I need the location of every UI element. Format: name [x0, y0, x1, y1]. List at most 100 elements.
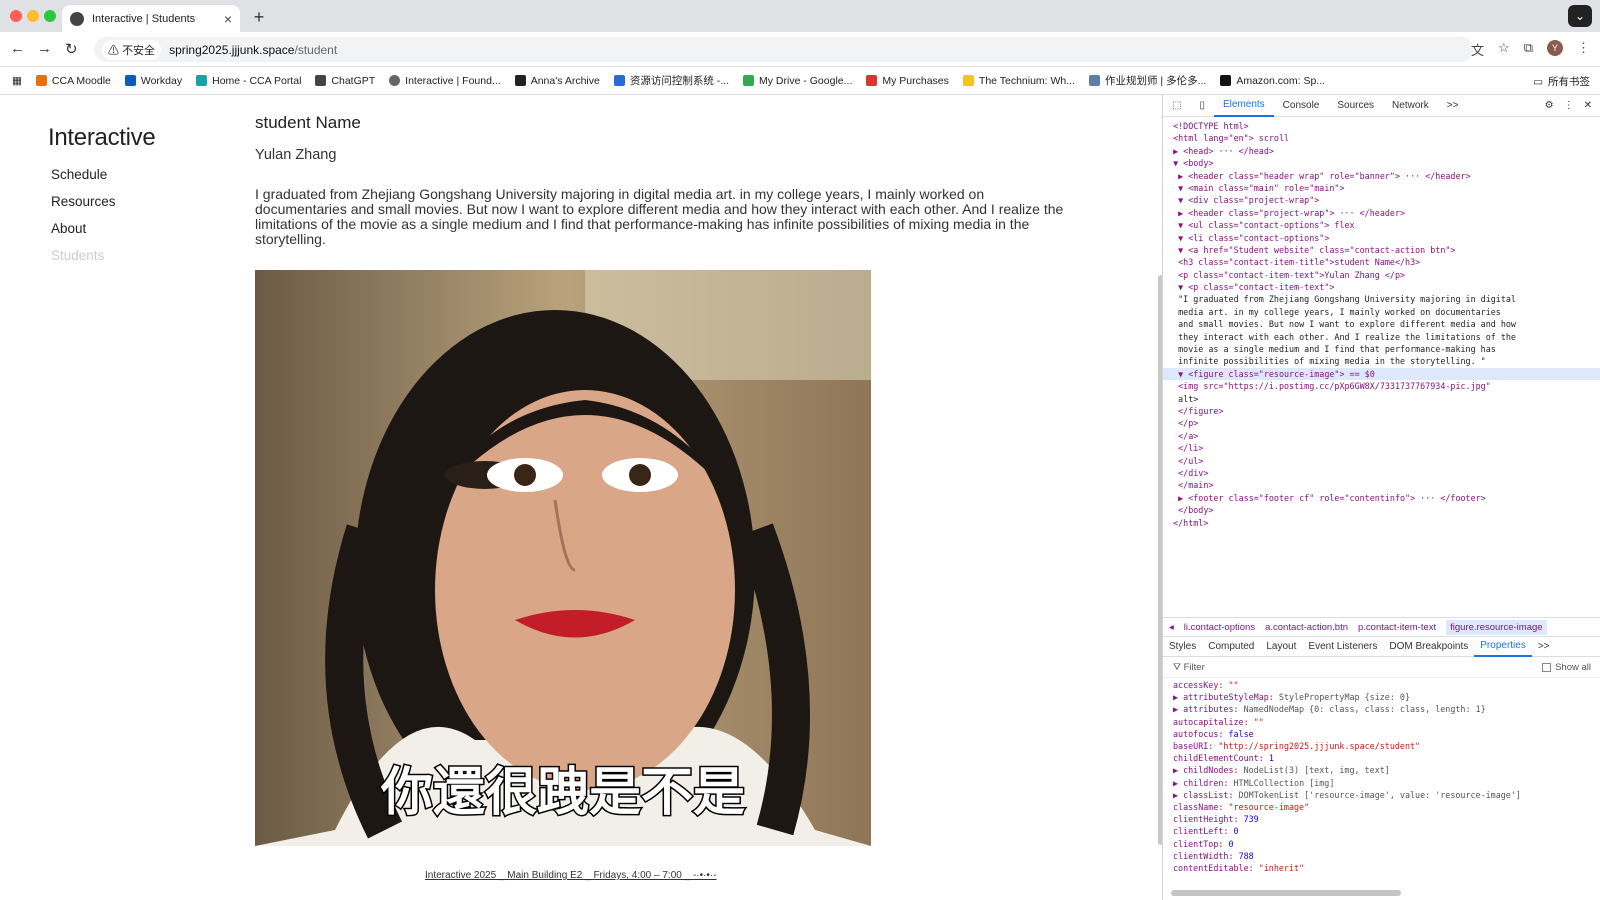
dom-node-line[interactable]: </ul>	[1163, 455, 1600, 467]
profile-avatar[interactable]: Y	[1547, 40, 1563, 56]
security-warning[interactable]: ⚠ 不安全	[102, 39, 162, 60]
bookmark-item[interactable]: Anna's Archive	[514, 75, 600, 87]
property-row[interactable]: ▶ children: HTMLCollection [img]	[1173, 777, 1593, 789]
dom-node-line[interactable]: ▼ <ul class="contact-options"> flex	[1163, 219, 1600, 231]
dom-node-line[interactable]: <h3 class="contact-item-title">student N…	[1163, 256, 1600, 268]
property-row[interactable]: accessKey: ""	[1173, 679, 1593, 691]
all-bookmarks[interactable]: ▭ 所有书签	[1533, 74, 1590, 89]
dom-node-line[interactable]: ▶ <header class="header wrap" role="bann…	[1163, 170, 1600, 182]
tab-sources[interactable]: Sources	[1328, 95, 1383, 117]
dom-node-line[interactable]: ▼ <li class="contact-options">	[1163, 232, 1600, 244]
filter-input[interactable]: Filter	[1184, 662, 1205, 673]
breadcrumb-item-current[interactable]: figure.resource-image	[1446, 619, 1547, 635]
breadcrumb-item[interactable]: a.contact-action.btn	[1265, 622, 1348, 633]
bookmark-item[interactable]: Amazon.com: Sp...	[1220, 75, 1325, 87]
translate-icon[interactable]: 文	[1471, 40, 1484, 59]
dom-node-line[interactable]: </html>	[1163, 517, 1600, 529]
site-footer[interactable]: Interactive 2025 _ Main Building E2 _ Fr…	[425, 870, 717, 881]
nav-about[interactable]: About	[51, 221, 116, 248]
property-row[interactable]: clientWidth: 788	[1173, 850, 1593, 862]
new-tab-icon[interactable]: +	[248, 6, 270, 28]
more-tabs-icon[interactable]: >>	[1438, 95, 1468, 117]
dom-node-line[interactable]: ▶ <footer class="footer cf" role="conten…	[1163, 492, 1600, 504]
dom-node-line[interactable]: ▼ <body>	[1163, 157, 1600, 169]
breadcrumb-back-icon[interactable]: ◂	[1169, 622, 1174, 633]
close-window-icon[interactable]	[10, 10, 22, 22]
bookmark-item[interactable]: My Purchases	[866, 75, 949, 87]
dom-node-line[interactable]: </figure>	[1163, 405, 1600, 417]
dom-node-line[interactable]: alt>	[1163, 393, 1600, 405]
menu-kebab-icon[interactable]: ⋮	[1577, 40, 1590, 59]
nav-resources[interactable]: Resources	[51, 194, 116, 221]
dom-node-line[interactable]: </main>	[1163, 479, 1600, 491]
bookmark-star-icon[interactable]: ☆	[1498, 40, 1510, 59]
properties-filter[interactable]: ⛛ Filter Show all	[1163, 658, 1600, 678]
devtools-menu-icon[interactable]: ⋮	[1564, 100, 1574, 111]
dom-node-line[interactable]: ▼ <main class="main" role="main">	[1163, 182, 1600, 194]
breadcrumb-item[interactable]: p.contact-item-text	[1358, 622, 1436, 633]
property-row[interactable]: clientHeight: 739	[1173, 813, 1593, 825]
property-row[interactable]: autofocus: false	[1173, 728, 1593, 740]
dom-node-line[interactable]: ▶ <header class="project-wrap"> ··· </he…	[1163, 207, 1600, 219]
property-row[interactable]: contentEditable: "inherit"	[1173, 862, 1593, 874]
bookmark-item[interactable]: Home - CCA Portal	[196, 75, 301, 87]
property-row[interactable]: ▶ childNodes: NodeList(3) [text, img, te…	[1173, 764, 1593, 776]
bookmark-item[interactable]: CCA Moodle	[35, 75, 111, 87]
show-all-checkbox[interactable]	[1542, 663, 1552, 672]
dom-node-line[interactable]: ▶ <head> ··· </head>	[1163, 145, 1600, 157]
tab-elements[interactable]: Elements	[1213, 95, 1274, 117]
minimize-window-icon[interactable]	[27, 10, 39, 22]
dom-node-line[interactable]: <!DOCTYPE html>	[1163, 120, 1600, 132]
tab-console[interactable]: Console	[1274, 95, 1329, 117]
dom-node-line[interactable]: ▼ <div class="project-wrap">	[1163, 194, 1600, 206]
property-row[interactable]: baseURI: "http://spring2025.jjjunk.space…	[1173, 740, 1593, 752]
reload-icon[interactable]: ↻	[65, 40, 78, 58]
apps-grid-icon[interactable]: ▦	[12, 75, 22, 87]
dom-node-line[interactable]: </p>	[1163, 417, 1600, 429]
tab-computed[interactable]: Computed	[1202, 641, 1260, 652]
device-toggle-icon[interactable]: ▯	[1190, 95, 1214, 117]
bookmark-item[interactable]: Workday	[124, 75, 182, 87]
more-pane-tabs-icon[interactable]: >>	[1532, 641, 1556, 652]
breadcrumb-item[interactable]: li.contact-options	[1184, 622, 1255, 633]
nav-students[interactable]: Students	[51, 248, 116, 275]
property-row[interactable]: ▶ classList: DOMTokenList ['resource-ima…	[1173, 789, 1593, 801]
dom-node-line[interactable]: ▼ <p class="contact-item-text">	[1163, 281, 1600, 293]
dom-node-line[interactable]: they interact with each other. And I rea…	[1163, 331, 1600, 343]
close-devtools-icon[interactable]: ✕	[1584, 100, 1592, 111]
site-logo[interactable]: Interactive	[48, 124, 156, 152]
property-row[interactable]: clientLeft: 0	[1173, 825, 1593, 837]
property-row[interactable]: ▶ attributeStyleMap: StylePropertyMap {s…	[1173, 691, 1593, 703]
bookmark-item[interactable]: The Technium: Wh...	[962, 75, 1075, 87]
property-row[interactable]: childElementCount: 1	[1173, 752, 1593, 764]
dom-node-line[interactable]: movie as a single medium and I find that…	[1163, 343, 1600, 355]
nav-schedule[interactable]: Schedule	[51, 167, 116, 194]
dom-node-line[interactable]: <p class="contact-item-text">Yulan Zhang…	[1163, 269, 1600, 281]
back-icon[interactable]: ←	[10, 40, 25, 57]
bookmark-item[interactable]: 资源访问控制系统 -...	[613, 73, 729, 88]
dom-node-line[interactable]: infinite possibilities of mixing media i…	[1163, 355, 1600, 367]
dom-node-line[interactable]: "I graduated from Zhejiang Gongshang Uni…	[1163, 293, 1600, 305]
close-tab-icon[interactable]: ×	[224, 11, 232, 27]
tab-properties[interactable]: Properties	[1474, 637, 1532, 657]
student-entry[interactable]: student Name Yulan Zhang I graduated fro…	[255, 113, 1065, 247]
tab-layout[interactable]: Layout	[1260, 641, 1302, 652]
property-row[interactable]: ▶ attributes: NamedNodeMap {0: class, cl…	[1173, 703, 1593, 715]
bookmark-item[interactable]: 作业规划师 | 多伦多...	[1089, 73, 1206, 88]
extensions-icon[interactable]: ⧉	[1524, 40, 1533, 59]
dom-node-line[interactable]: <html lang="en"> scroll	[1163, 132, 1600, 144]
dom-node-line[interactable]: <img src="https://i.postimg.cc/pXp6GW8X/…	[1163, 380, 1600, 392]
dom-node-line[interactable]: media art. in my college years, I mainly…	[1163, 306, 1600, 318]
bookmark-item[interactable]: My Drive - Google...	[743, 75, 852, 87]
dom-node-line[interactable]: </body>	[1163, 504, 1600, 516]
property-row[interactable]: className: "resource-image"	[1173, 801, 1593, 813]
zoom-window-icon[interactable]	[44, 10, 56, 22]
property-row[interactable]: clientTop: 0	[1173, 838, 1593, 850]
dom-tree[interactable]: <!DOCTYPE html> <html lang="en"> scroll …	[1163, 117, 1600, 617]
properties-list[interactable]: accessKey: "" ▶ attributeStyleMap: StyleP…	[1163, 679, 1593, 879]
dom-node-line[interactable]: </div>	[1163, 467, 1600, 479]
forward-icon[interactable]: →	[37, 40, 52, 57]
bookmark-item[interactable]: ChatGPT	[315, 75, 375, 87]
properties-scrollbar[interactable]	[1171, 890, 1401, 896]
tab-interactive-students[interactable]: Interactive | Students ×	[62, 5, 240, 32]
